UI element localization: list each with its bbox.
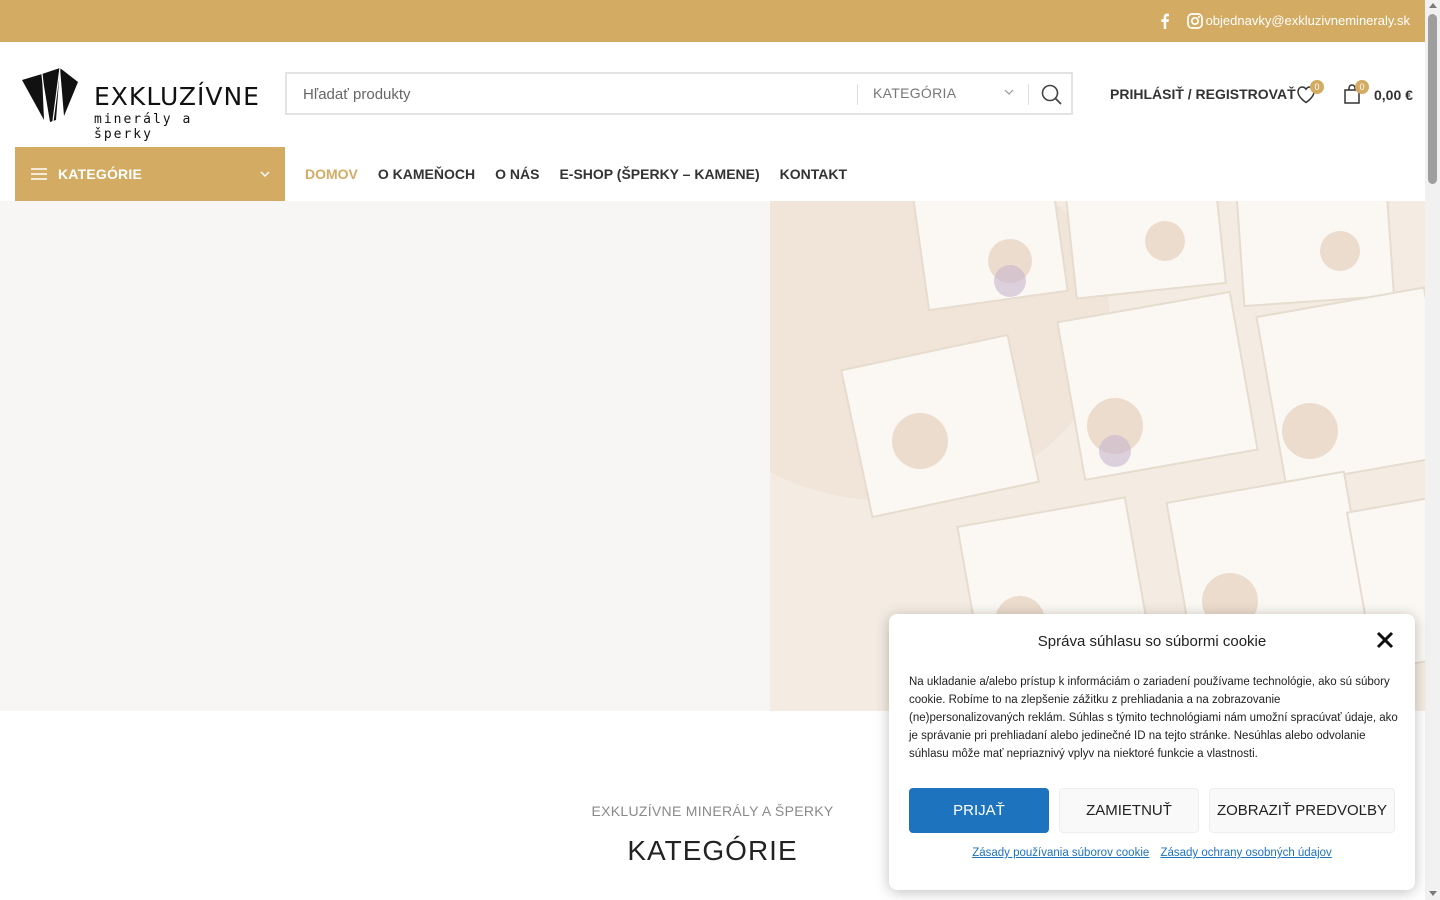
instagram-icon[interactable]: [1185, 11, 1205, 31]
contact-email-link[interactable]: objednavky@exkluzivnemineraly.sk: [1206, 13, 1410, 28]
chevron-down-icon: [260, 171, 270, 177]
main-menu: DOMOV O KAMEŇOCH O NÁS E-SHOP (ŠPERKY – …: [305, 166, 847, 182]
cookie-accept-button[interactable]: PRIJAŤ: [909, 788, 1049, 833]
top-bar: objednavky@exkluzivnemineraly.sk: [0, 0, 1425, 42]
hamburger-menu-icon: [31, 168, 47, 180]
cookie-policy-link[interactable]: Zásady používania súborov cookie: [972, 847, 1149, 859]
login-register-link[interactable]: PRIHLÁSIŤ / REGISTROVAŤ: [1110, 86, 1296, 102]
scroll-down-arrow-icon[interactable]: [1429, 891, 1437, 896]
site-logo[interactable]: EXKLUZÍVNE minerály a šperky: [20, 66, 260, 142]
nav-item-eshop[interactable]: E-SHOP (ŠPERKY – KAMENE): [559, 166, 759, 182]
search-input[interactable]: [301, 74, 845, 115]
logo-tagline: minerály a šperky: [94, 112, 193, 142]
logo-brand-text: EXKLUZÍVNE: [94, 82, 260, 111]
categories-menu-button[interactable]: KATEGÓRIE: [15, 147, 285, 201]
search-divider: [1028, 84, 1029, 105]
cookie-consent-dialog: Správa súhlasu so súbormi cookie Na ukla…: [889, 614, 1415, 890]
privacy-policy-link[interactable]: Zásady ochrany osobných údajov: [1160, 847, 1331, 859]
diamond-logo-icon: [22, 67, 78, 122]
nav-item-home[interactable]: DOMOV: [305, 166, 358, 182]
cookie-policy-links: Zásady používania súborov cookie Zásady …: [889, 847, 1415, 859]
nav-item-about-stones[interactable]: O KAMEŇOCH: [378, 166, 475, 182]
product-search: KATEGÓRIA: [285, 72, 1073, 115]
site-header: EXKLUZÍVNE minerály a šperky KATEGÓRIA P…: [0, 42, 1425, 148]
facebook-icon[interactable]: [1155, 11, 1175, 31]
cart-total[interactable]: 0,00 €: [1374, 87, 1413, 103]
scrollbar-thumb[interactable]: [1428, 14, 1437, 184]
cookie-preferences-button[interactable]: ZOBRAZIŤ PREDVOĽBY: [1209, 788, 1395, 833]
chevron-down-icon: [1004, 89, 1014, 95]
cookie-dialog-text: Na ukladanie a/alebo prístup k informáci…: [909, 676, 1398, 760]
cookie-deny-button[interactable]: ZAMIETNUŤ: [1059, 788, 1199, 833]
nav-item-about-us[interactable]: O NÁS: [495, 166, 539, 182]
scroll-up-arrow-icon[interactable]: [1429, 3, 1437, 8]
cart-count-badge: 0: [1355, 80, 1369, 94]
hero-text-area: [0, 201, 770, 711]
search-divider: [857, 84, 858, 105]
close-icon[interactable]: [1376, 631, 1394, 649]
categories-menu-label: KATEGÓRIE: [58, 166, 142, 182]
search-icon[interactable]: [1039, 82, 1065, 108]
search-category-select[interactable]: KATEGÓRIA: [873, 85, 956, 101]
cookie-dialog-title: Správa súhlasu so súbormi cookie: [1037, 633, 1267, 650]
main-navigation-bar: KATEGÓRIE DOMOV O KAMEŇOCH O NÁS E-SHOP …: [0, 147, 1425, 202]
wishlist-count-badge: 0: [1310, 80, 1324, 94]
social-links: [1155, 11, 1205, 31]
page-scrollbar[interactable]: [1425, 0, 1440, 900]
nav-item-contact[interactable]: KONTAKT: [780, 166, 847, 182]
